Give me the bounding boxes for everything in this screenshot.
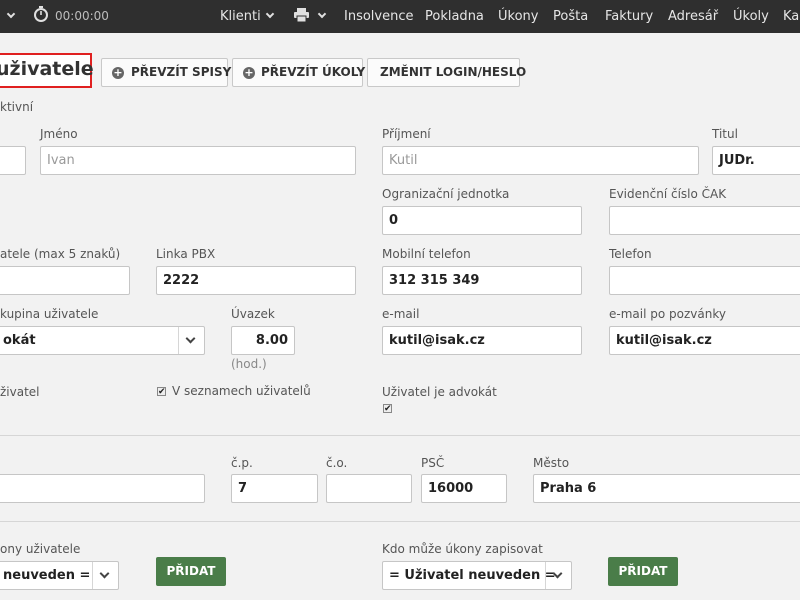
section-divider xyxy=(0,521,800,522)
menu-ukony[interactable]: Úkony xyxy=(498,0,538,33)
mobilni-telefon-label: Mobilní telefon xyxy=(382,247,471,261)
top-navigation-bar: 00:00:00 Klienti Insolvence Pokladna Úko… xyxy=(0,0,800,33)
skupina-value: okát xyxy=(3,333,36,348)
telefon-label: Telefon xyxy=(609,247,652,261)
page-title: uživatele xyxy=(0,58,94,80)
uvazek-label: Úvazek xyxy=(231,307,275,321)
stopwatch-icon[interactable] xyxy=(33,0,49,33)
field-prefix[interactable] xyxy=(0,146,26,175)
advokat-checkbox[interactable]: ✔ xyxy=(383,404,392,414)
menu-klienti-label: Klienti xyxy=(220,9,261,24)
menu-more[interactable]: Ka xyxy=(783,0,799,33)
psc-field[interactable]: 16000 xyxy=(421,474,507,503)
chevron-down-icon[interactable] xyxy=(92,562,118,589)
zkratka-field[interactable] xyxy=(0,266,130,295)
pridat-button-left[interactable]: PŘIDAT xyxy=(156,557,226,586)
menu-printer[interactable] xyxy=(294,0,327,33)
ukony-uzivatele-value: neuveden = xyxy=(3,568,91,583)
kdo-muze-zapisovat-select[interactable]: = Uživatel neuveden = xyxy=(382,561,572,590)
uzivatel-flag-label: živatel xyxy=(0,385,40,399)
uvazek-field[interactable]: 8.00 xyxy=(231,326,295,355)
evidencni-cislo-field[interactable] xyxy=(609,206,800,235)
menu-ukoly[interactable]: Úkoly xyxy=(733,0,769,33)
menu-posta[interactable]: Pošta xyxy=(553,0,588,33)
prevzit-spisy-label: PŘEVZÍT SPISY xyxy=(131,65,232,79)
skupina-select[interactable]: okát xyxy=(0,326,205,355)
chevron-down-icon[interactable] xyxy=(178,327,204,354)
pridat-button-right[interactable]: PŘIDAT xyxy=(608,557,678,586)
jmeno-label: Jméno xyxy=(40,127,78,141)
menu-dropdown-chevron[interactable] xyxy=(2,0,16,33)
cp-label: č.p. xyxy=(231,456,253,470)
mesto-label: Město xyxy=(533,456,570,470)
mobilni-telefon-field[interactable]: 312 315 349 xyxy=(382,266,582,295)
section-divider xyxy=(0,435,800,436)
cp-field[interactable]: 7 xyxy=(231,474,318,503)
evidencni-cislo-label: Evidenční číslo ČAK xyxy=(609,187,727,201)
menu-klienti[interactable]: Klienti xyxy=(220,0,274,33)
printer-icon xyxy=(294,8,309,23)
uvazek-unit: (hod.) xyxy=(231,357,267,371)
ukony-uzivatele-label: ony uživatele xyxy=(0,542,81,556)
kdo-muze-zapisovat-value: = Uživatel neuveden = xyxy=(389,568,556,583)
ukony-uzivatele-select[interactable]: neuveden = xyxy=(0,561,119,590)
menu-adresar[interactable]: Adresář xyxy=(668,0,718,33)
prijmeni-label: Příjmení xyxy=(382,127,431,141)
psc-label: PSČ xyxy=(421,456,445,470)
linka-pbx-field[interactable]: 2222 xyxy=(156,266,356,295)
titul-label: Titul xyxy=(712,127,738,141)
v-seznamech-label: V seznamech uživatelů xyxy=(172,384,311,398)
skupina-label: kupina uživatele xyxy=(0,307,99,321)
co-label: č.o. xyxy=(326,456,348,470)
zmenit-login-label: ZMĚNIT LOGIN/HESLO xyxy=(380,65,527,79)
prevzit-spisy-button[interactable]: + PŘEVZÍT SPISY xyxy=(101,58,232,87)
email-pozvanky-label: e-mail po pozvánky xyxy=(609,307,726,321)
menu-insolvence[interactable]: Insolvence xyxy=(344,0,414,33)
mesto-field[interactable]: Praha 6 xyxy=(533,474,800,503)
prevzit-ukoly-button[interactable]: + PŘEVZÍT ÚKOLY xyxy=(232,58,366,87)
aktivni-status: ktivní xyxy=(0,100,34,114)
email-pozvanky-field[interactable]: kutil@isak.cz xyxy=(609,326,800,355)
linka-pbx-label: Linka PBX xyxy=(156,247,216,261)
jmeno-field[interactable]: Ivan xyxy=(40,146,356,175)
v-seznamech-checkbox[interactable]: ✔ xyxy=(157,387,166,397)
co-field[interactable] xyxy=(326,474,412,503)
prevzit-ukoly-label: PŘEVZÍT ÚKOLY xyxy=(261,65,366,79)
ulice-field[interactable] xyxy=(0,474,205,503)
titul-field[interactable]: JUDr. xyxy=(712,146,800,175)
timer-display: 00:00:00 xyxy=(55,9,109,23)
chevron-down-icon xyxy=(265,9,274,19)
org-jednotka-field[interactable]: 0 xyxy=(382,206,582,235)
zmenit-login-button[interactable]: ZMĚNIT LOGIN/HESLO xyxy=(367,58,526,87)
email-field[interactable]: kutil@isak.cz xyxy=(382,326,582,355)
menu-pokladna[interactable]: Pokladna xyxy=(425,0,484,33)
chevron-down-icon xyxy=(317,9,327,19)
plus-circle-icon: + xyxy=(112,66,124,79)
zkratka-label: atele (max 5 znaků) xyxy=(0,247,121,261)
telefon-field[interactable] xyxy=(609,266,800,295)
plus-circle-icon: + xyxy=(243,66,255,79)
org-jednotka-label: Ogranizační jednotka xyxy=(382,187,510,201)
advokat-label: Uživatel je advokát xyxy=(382,385,497,399)
chevron-down-icon[interactable] xyxy=(545,562,571,589)
kdo-muze-zapisovat-label: Kdo může úkony zapisovat xyxy=(382,542,543,556)
email-label: e-mail xyxy=(382,307,420,321)
menu-faktury[interactable]: Faktury xyxy=(605,0,653,33)
prijmeni-field[interactable]: Kutil xyxy=(382,146,699,175)
